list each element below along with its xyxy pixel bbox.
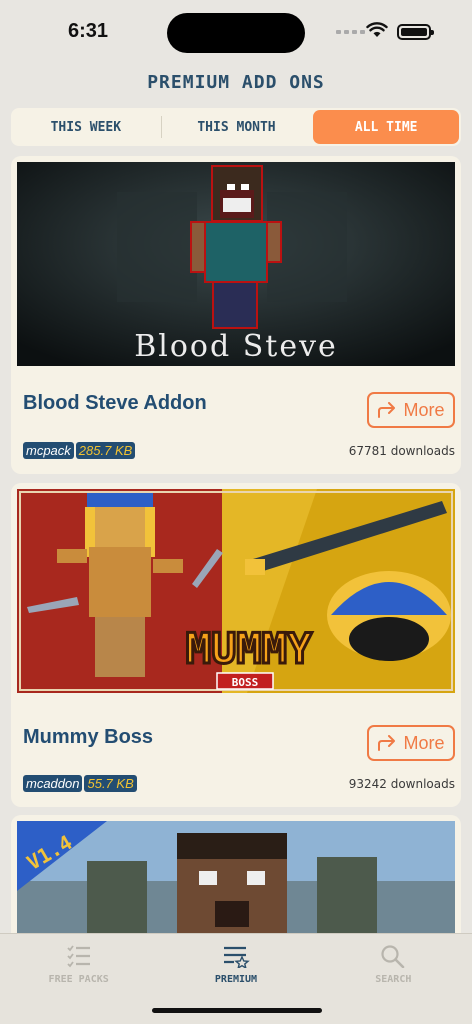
mummy-boss-thumbnail-art: MUMMY BOSS (17, 489, 455, 693)
wifi-icon (366, 22, 388, 37)
cellular-signal-icon (336, 30, 365, 34)
file-type-badge: mcaddon (23, 775, 83, 792)
tab-search[interactable]: SEARCH (315, 934, 472, 1024)
addon-card[interactable]: MUMMY BOSS Mummy Boss More mcaddon 55.7 … (11, 483, 461, 807)
zombie-thumbnail-art: V1.4 (17, 821, 455, 933)
share-arrow-icon (378, 735, 396, 751)
more-button-label: More (403, 732, 445, 753)
tab-label: SEARCH (375, 974, 412, 985)
thumbnail-caption: MUMMY (186, 624, 313, 673)
file-size-badge: 285.7 KB (75, 442, 136, 459)
download-count: 67781 downloads (348, 444, 455, 458)
more-button[interactable]: More (367, 392, 455, 428)
battery-icon (397, 24, 434, 40)
file-size-badge: 55.7 KB (84, 775, 137, 792)
segment-this-week[interactable]: THIS WEEK (13, 110, 159, 144)
more-button-label: More (403, 399, 445, 420)
tab-label: PREMIUM (214, 974, 258, 985)
download-count: 93242 downloads (348, 777, 455, 791)
file-type-badge: mcpack (23, 442, 74, 459)
blood-steve-thumbnail-art: Blood Steve (17, 162, 455, 366)
search-icon (381, 945, 405, 968)
thumbnail-badge: BOSS (232, 676, 259, 689)
segment-divider (160, 116, 162, 138)
dynamic-island (167, 13, 305, 53)
addon-thumbnail[interactable]: V1.4 (17, 821, 455, 933)
addon-title: Blood Steve Addon (23, 392, 207, 414)
addon-thumbnail[interactable]: Blood Steve (17, 162, 455, 366)
addon-thumbnail[interactable]: MUMMY BOSS (17, 489, 455, 693)
addon-title: Mummy Boss (23, 726, 154, 748)
share-arrow-icon (378, 402, 396, 418)
addon-card[interactable]: V1.4 (11, 815, 461, 933)
page-title: PREMIUM ADD ONS (147, 72, 325, 93)
segment-all-time[interactable]: ALL TIME (313, 110, 460, 144)
addon-card[interactable]: Blood Steve Blood Steve Addon More mcpac… (11, 156, 461, 474)
addon-tags: mcaddon 55.7 KB (23, 775, 137, 792)
thumbnail-caption: Blood Steve (134, 329, 338, 364)
status-time: 6:31 (68, 20, 109, 42)
status-bar: 6:31 (0, 0, 472, 60)
checklist-icon (67, 945, 90, 968)
segment-this-month[interactable]: THIS MONTH (164, 110, 310, 144)
tab-label: FREE PACKS (48, 974, 109, 985)
list-star-icon (223, 946, 250, 968)
home-indicator (152, 1008, 322, 1013)
time-range-segmented-control: THIS WEEK THIS MONTH ALL TIME (11, 108, 461, 146)
addon-tags: mcpack 285.7 KB (23, 442, 136, 459)
more-button[interactable]: More (367, 725, 455, 761)
tab-free-packs[interactable]: FREE PACKS (0, 934, 157, 1024)
addon-feed[interactable]: Blood Steve Blood Steve Addon More mcpac… (11, 156, 461, 933)
